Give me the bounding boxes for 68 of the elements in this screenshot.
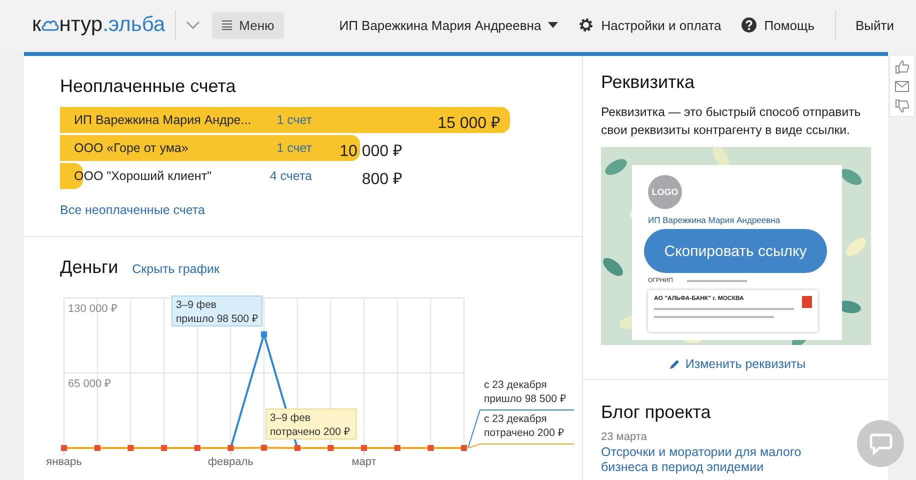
invoice-row[interactable]: ИП Варежкина Мария Андре... 1 счет 15 000 ₽ <box>60 107 510 133</box>
logo-badge: LOGO <box>648 175 682 209</box>
cloud-icon <box>41 19 60 31</box>
logo-text: к <box>32 13 42 37</box>
logo-text: нтур <box>59 13 103 37</box>
copy-link-button[interactable]: Скопировать ссылку <box>644 229 827 273</box>
field-value-line <box>686 280 747 282</box>
data-point <box>328 445 334 451</box>
settings-icon <box>578 17 594 33</box>
edit-requisites-link[interactable]: Изменить реквизиты <box>601 357 874 371</box>
blog-post-link[interactable]: Отсрочки и моратории для малого бизнеса в период эпидемии <box>601 445 851 475</box>
hide-chart-link[interactable]: Скрыть график <box>132 262 220 276</box>
caret-icon <box>548 22 558 28</box>
data-point <box>294 445 300 451</box>
chevron-down-icon[interactable] <box>186 21 200 29</box>
section-title: Реквизитка <box>601 72 696 93</box>
amount: 800 ₽ <box>362 170 402 189</box>
help-link[interactable]: Помощь <box>731 17 824 33</box>
client-name: ИП Варежкина Мария Андре... <box>74 113 252 127</box>
invoice-count-link[interactable]: 4 счета <box>264 169 312 183</box>
post-date: 23 марта <box>601 431 648 443</box>
y-axis-label: 65 000 ₽ <box>68 378 111 390</box>
data-point <box>394 445 400 451</box>
bank-logo-icon <box>802 296 812 308</box>
data-point <box>161 445 167 451</box>
legend-label: пришло 98 500 ₽ <box>484 393 566 405</box>
data-point <box>194 445 200 451</box>
logout-link[interactable]: Выйти <box>846 18 904 32</box>
legend-label: потрачено 200 ₽ <box>484 427 564 439</box>
data-point <box>228 445 234 451</box>
pencil-icon <box>669 358 680 370</box>
data-point <box>128 445 134 451</box>
data-point <box>61 445 67 451</box>
legend-label: с 23 декабря <box>484 379 547 391</box>
menu-icon <box>222 20 232 30</box>
data-point <box>461 445 467 451</box>
thumbs-down-icon[interactable] <box>895 98 909 112</box>
client-name: ООО «Горе от ума» <box>74 141 190 155</box>
help-icon <box>741 17 758 33</box>
settings-link[interactable]: Настройки и оплата <box>568 17 732 33</box>
logo[interactable]: к нтур.эльба <box>32 13 166 37</box>
section-title: Блог проекта <box>601 402 712 423</box>
x-axis-label: февраль <box>208 456 254 468</box>
mail-icon[interactable] <box>895 80 909 92</box>
company-name: ИП Варежкина Мария Андреевна <box>648 215 782 225</box>
data-point <box>261 331 267 338</box>
y-axis-label: 130 000 ₽ <box>68 303 117 315</box>
description-text: Реквизитка — это быстрый способ отправить свои реквизиты контрагенту в виде ссылки. <box>601 104 862 139</box>
amount: 15 000 ₽ <box>438 114 500 133</box>
user-menu[interactable]: ИП Варежкина Мария Андреевна <box>329 18 568 32</box>
x-axis-label: март <box>352 456 376 468</box>
amount: 10 000 ₽ <box>340 142 402 161</box>
all-unpaid-link[interactable]: Все неоплаченные счета <box>60 203 205 217</box>
menu-button[interactable]: Меню <box>212 12 284 38</box>
legend-label: с 23 декабря <box>484 413 547 425</box>
thumbs-up-icon[interactable] <box>895 60 909 74</box>
data-point <box>261 444 267 451</box>
data-point <box>361 445 367 451</box>
section-title: Неоплаченные счета <box>60 76 237 97</box>
logo-text: .эльба <box>102 13 166 37</box>
invoice-row[interactable]: ООО «Горе от ума» 1 счет 10 000 ₽ <box>60 135 510 161</box>
data-point <box>428 445 434 451</box>
section-title: Деньги <box>60 257 118 278</box>
chart-tooltip: 3–9 фев пришло 98 500 ₽ <box>172 296 262 326</box>
chart-tooltip: 3–9 фев потрачено 200 ₽ <box>266 408 356 440</box>
data-point <box>94 445 100 451</box>
speech-bubble-icon <box>868 432 892 454</box>
x-axis-label: январь <box>46 456 82 468</box>
